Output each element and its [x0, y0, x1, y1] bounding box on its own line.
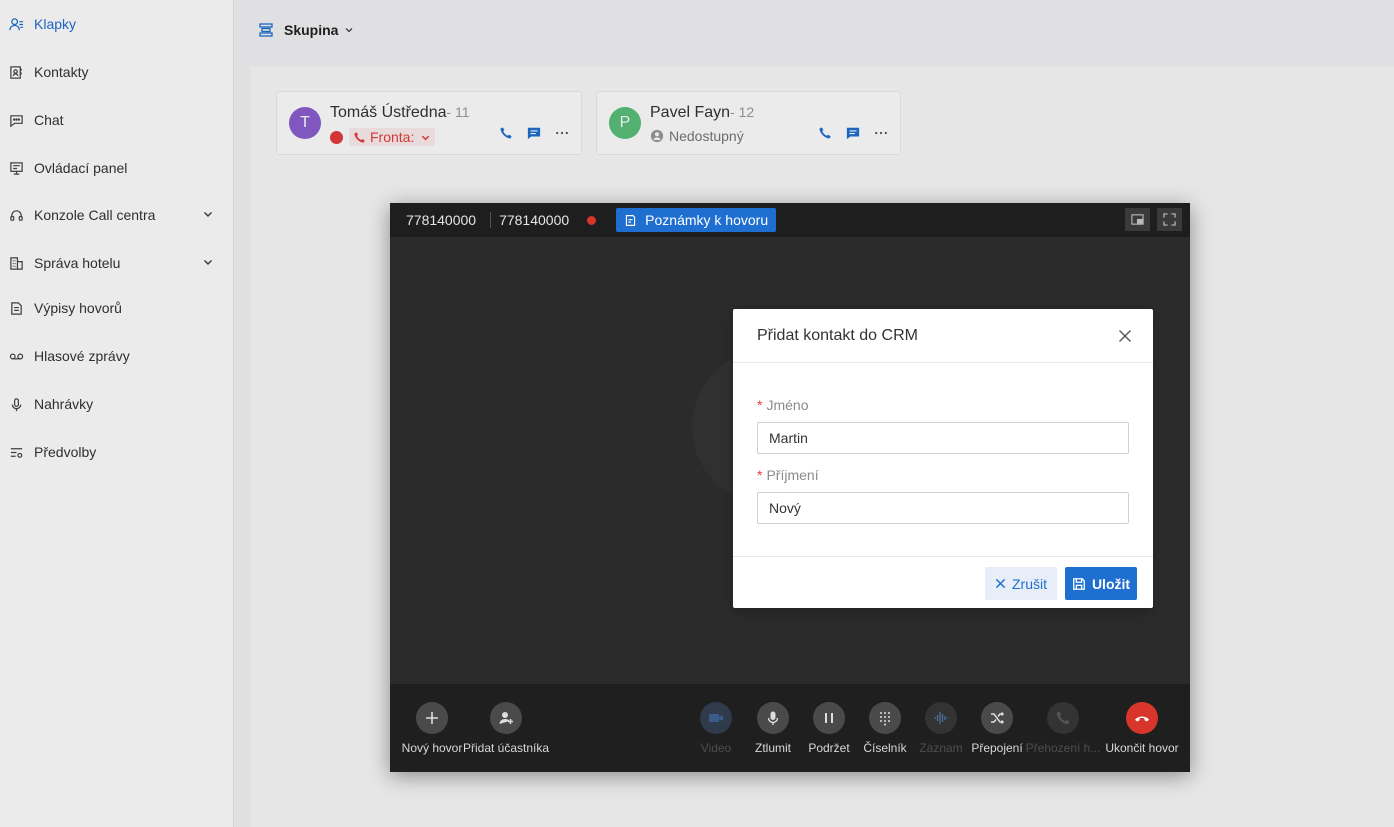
save-icon: [1073, 577, 1085, 590]
first-name-field[interactable]: [757, 422, 1129, 454]
cancel-label: Zrušit: [1012, 575, 1047, 592]
recording-indicator: [587, 215, 597, 225]
dialog-footer: Zrušit Uložit: [733, 556, 1153, 608]
pause-icon: [825, 713, 833, 723]
callee-number: 778140000: [499, 212, 570, 228]
record-button[interactable]: Záznam: [918, 684, 964, 772]
call-header: 778140000 778140000 Poznámky k hovoru: [390, 203, 1190, 237]
control-label: Přidat účastníka: [462, 741, 550, 755]
add-participant-button[interactable]: Přidat účastníka: [462, 684, 550, 772]
required-marker: *: [757, 397, 763, 413]
control-label: Podržet: [808, 741, 850, 755]
control-label: Přepojení: [971, 741, 1023, 755]
fullscreen-button[interactable]: [1157, 208, 1182, 231]
transfer-icon: [991, 711, 1005, 725]
dialog-header: Přidat kontakt do CRM: [733, 309, 1153, 363]
picture-in-picture-icon: [1131, 214, 1144, 225]
waveform-icon: [934, 712, 949, 724]
close-icon[interactable]: [1117, 328, 1133, 344]
control-label: Číselník: [863, 741, 907, 755]
hangup-button[interactable]: Ukončit hovor: [1104, 684, 1180, 772]
required-marker: *: [757, 467, 763, 483]
call-notes-button[interactable]: Poznámky k hovoru: [616, 208, 777, 232]
caller-number: 778140000: [406, 212, 477, 228]
first-name-label: * Jméno: [757, 397, 808, 413]
control-label: Přehození h...: [1025, 741, 1101, 755]
video-icon: [709, 714, 723, 722]
control-label: Záznam: [919, 741, 963, 755]
save-label: Uložit: [1091, 575, 1131, 592]
notes-icon: [626, 214, 636, 226]
control-label: Video: [700, 741, 732, 755]
call-controls-bar: Nový hovor Přidat účastníka Video Ztlumi…: [390, 684, 1190, 772]
first-name-label-text: Jméno: [766, 397, 809, 413]
close-icon: [995, 578, 1006, 589]
control-label: Ztlumit: [755, 741, 791, 755]
save-button[interactable]: Uložit: [1065, 567, 1137, 600]
last-name-label-text: Příjmení: [766, 467, 819, 483]
swap-call-icon: [1056, 711, 1070, 725]
add-crm-contact-dialog: Přidat kontakt do CRM *Jméno *Příjmení Z…: [733, 309, 1153, 608]
new-call-button[interactable]: Nový hovor: [402, 684, 462, 772]
hold-button[interactable]: Podržet: [806, 684, 852, 772]
dialpad-button[interactable]: Číselník: [862, 684, 908, 772]
add-participant-icon: [499, 712, 513, 724]
dialpad-icon: [880, 712, 890, 726]
swap-call-button[interactable]: Přehození h...: [1024, 684, 1102, 772]
minimize-window-button[interactable]: [1125, 208, 1150, 231]
last-name-label: * Příjmení: [757, 467, 819, 483]
plus-icon: [426, 712, 438, 724]
fullscreen-icon: [1163, 213, 1176, 226]
video-button[interactable]: Video: [696, 684, 736, 772]
microphone-icon: [767, 711, 779, 725]
control-label: Ukončit hovor: [1105, 741, 1179, 755]
divider: [490, 212, 492, 228]
last-name-field[interactable]: [757, 492, 1129, 524]
call-notes-label: Poznámky k hovoru: [645, 212, 769, 228]
control-label: Nový hovor: [401, 741, 463, 755]
transfer-button[interactable]: Přepojení: [970, 684, 1024, 772]
cancel-button[interactable]: Zrušit: [985, 567, 1057, 600]
hangup-icon: [1135, 716, 1149, 722]
mute-button[interactable]: Ztlumit: [752, 684, 794, 772]
dialog-title: Přidat kontakt do CRM: [757, 327, 918, 344]
